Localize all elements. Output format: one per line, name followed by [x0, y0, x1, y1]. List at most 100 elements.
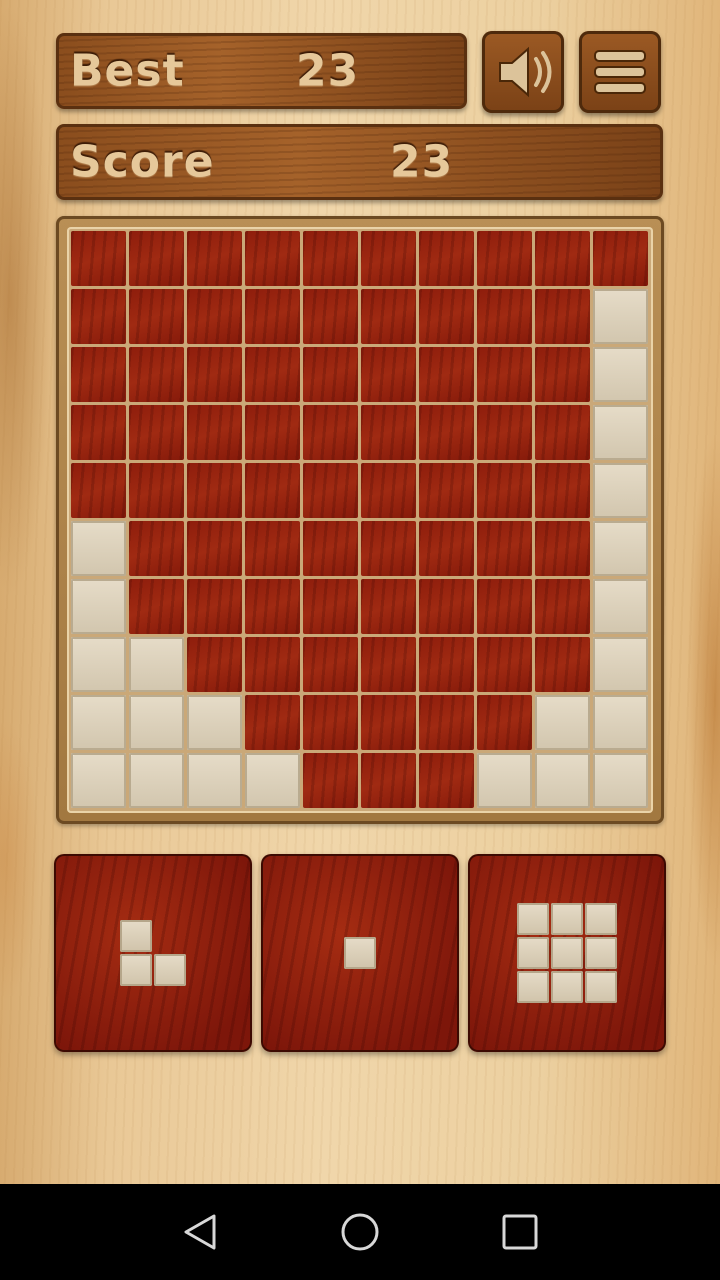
home-circle-icon[interactable] — [332, 1204, 388, 1260]
board-cell-empty[interactable] — [419, 231, 474, 286]
board-cell-filled[interactable] — [71, 753, 126, 808]
board-cell-empty[interactable] — [129, 463, 184, 518]
board-cell-filled[interactable] — [245, 753, 300, 808]
board-cell-filled[interactable] — [187, 753, 242, 808]
board-cell-empty[interactable] — [245, 231, 300, 286]
board-cell-empty[interactable] — [535, 347, 590, 402]
board-cell-empty[interactable] — [129, 405, 184, 460]
board-cell-filled[interactable] — [129, 753, 184, 808]
board-cell-empty[interactable] — [303, 405, 358, 460]
board-cell-empty[interactable] — [187, 463, 242, 518]
board-cell-filled[interactable] — [71, 637, 126, 692]
board-cell-empty[interactable] — [245, 347, 300, 402]
piece-tray-3[interactable] — [468, 854, 666, 1052]
board-cell-empty[interactable] — [303, 463, 358, 518]
menu-button[interactable] — [579, 31, 661, 113]
board-cell-empty[interactable] — [361, 405, 416, 460]
board-cell-empty[interactable] — [71, 463, 126, 518]
board-cell-empty[interactable] — [419, 347, 474, 402]
board-cell-empty[interactable] — [187, 579, 242, 634]
board-cell-filled[interactable] — [593, 289, 648, 344]
board-cell-empty[interactable] — [129, 231, 184, 286]
board-cell-empty[interactable] — [477, 695, 532, 750]
board-cell-empty[interactable] — [477, 521, 532, 576]
board-cell-filled[interactable] — [593, 521, 648, 576]
board-cell-empty[interactable] — [303, 231, 358, 286]
board-cell-empty[interactable] — [303, 347, 358, 402]
board-cell-filled[interactable] — [477, 753, 532, 808]
board-cell-empty[interactable] — [361, 463, 416, 518]
back-triangle-icon[interactable] — [172, 1204, 228, 1260]
board-cell-empty[interactable] — [535, 231, 590, 286]
board-cell-empty[interactable] — [303, 289, 358, 344]
board-cell-filled[interactable] — [71, 521, 126, 576]
board-cell-empty[interactable] — [535, 637, 590, 692]
board-cell-filled[interactable] — [593, 405, 648, 460]
board-cell-filled[interactable] — [593, 637, 648, 692]
board-cell-filled[interactable] — [593, 463, 648, 518]
board-cell-empty[interactable] — [361, 753, 416, 808]
board-cell-filled[interactable] — [187, 695, 242, 750]
corner-piece[interactable] — [120, 920, 186, 986]
board-cell-empty[interactable] — [535, 289, 590, 344]
board-cell-empty[interactable] — [361, 695, 416, 750]
board-cell-empty[interactable] — [129, 289, 184, 344]
board-cell-empty[interactable] — [303, 637, 358, 692]
board-cell-empty[interactable] — [477, 289, 532, 344]
board-cell-empty[interactable] — [419, 521, 474, 576]
board-cell-empty[interactable] — [303, 521, 358, 576]
board-cell-empty[interactable] — [535, 579, 590, 634]
board-cell-empty[interactable] — [187, 637, 242, 692]
board-cell-empty[interactable] — [361, 521, 416, 576]
board-cell-filled[interactable] — [71, 579, 126, 634]
board-cell-empty[interactable] — [71, 231, 126, 286]
board-cell-empty[interactable] — [419, 289, 474, 344]
board-cell-empty[interactable] — [361, 637, 416, 692]
board-cell-empty[interactable] — [187, 231, 242, 286]
board-cell-empty[interactable] — [535, 521, 590, 576]
board-cell-empty[interactable] — [477, 231, 532, 286]
board-cell-filled[interactable] — [129, 637, 184, 692]
board-cell-filled[interactable] — [593, 347, 648, 402]
board-cell-empty[interactable] — [477, 463, 532, 518]
board-cell-empty[interactable] — [71, 289, 126, 344]
board-cell-empty[interactable] — [419, 695, 474, 750]
board-cell-empty[interactable] — [361, 347, 416, 402]
board-cell-empty[interactable] — [71, 347, 126, 402]
piece-tray-1[interactable] — [54, 854, 252, 1052]
single-piece[interactable] — [344, 937, 376, 969]
board-cell-filled[interactable] — [593, 695, 648, 750]
board-cell-empty[interactable] — [361, 579, 416, 634]
board-cell-empty[interactable] — [361, 231, 416, 286]
board-cell-empty[interactable] — [71, 405, 126, 460]
board-cell-empty[interactable] — [535, 463, 590, 518]
recents-square-icon[interactable] — [492, 1204, 548, 1260]
square-3x3-piece[interactable] — [517, 903, 617, 1003]
board-cell-empty[interactable] — [129, 579, 184, 634]
board-cell-empty[interactable] — [477, 637, 532, 692]
board-cell-filled[interactable] — [129, 695, 184, 750]
board-cell-empty[interactable] — [303, 579, 358, 634]
board-cell-empty[interactable] — [593, 231, 648, 286]
board-cell-empty[interactable] — [303, 695, 358, 750]
board-cell-empty[interactable] — [303, 753, 358, 808]
board-cell-empty[interactable] — [187, 289, 242, 344]
board-cell-filled[interactable] — [593, 579, 648, 634]
board-cell-filled[interactable] — [535, 753, 590, 808]
board-cell-empty[interactable] — [419, 753, 474, 808]
board-cell-empty[interactable] — [129, 347, 184, 402]
board-cell-empty[interactable] — [477, 347, 532, 402]
board-cell-empty[interactable] — [419, 405, 474, 460]
board-cell-empty[interactable] — [245, 521, 300, 576]
board-cell-empty[interactable] — [535, 405, 590, 460]
board-cell-empty[interactable] — [245, 463, 300, 518]
board-cell-filled[interactable] — [535, 695, 590, 750]
board-cell-empty[interactable] — [477, 405, 532, 460]
piece-tray-2[interactable] — [261, 854, 459, 1052]
board-cell-empty[interactable] — [419, 463, 474, 518]
board-cell-filled[interactable] — [71, 695, 126, 750]
board-cell-empty[interactable] — [187, 405, 242, 460]
board-cell-empty[interactable] — [187, 521, 242, 576]
board-cell-empty[interactable] — [419, 579, 474, 634]
board-cell-empty[interactable] — [419, 637, 474, 692]
